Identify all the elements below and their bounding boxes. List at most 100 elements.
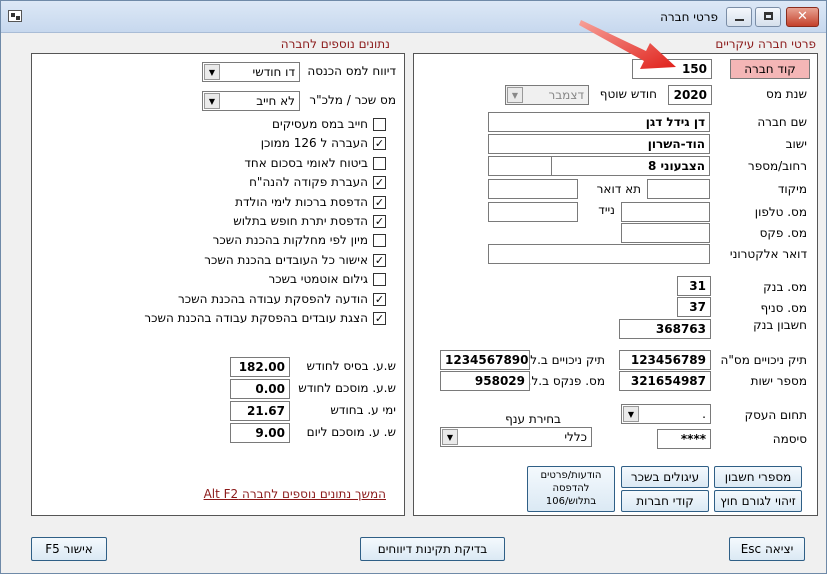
base-hours-field[interactable]: 182.00 xyxy=(230,357,290,377)
confirm-button[interactable]: אישור F5 xyxy=(31,537,107,561)
chevron-down-icon: ▼ xyxy=(507,87,523,103)
main-section-title: פרטי חברה עיקריים xyxy=(715,37,816,51)
chevron-down-icon: ▼ xyxy=(204,64,220,80)
checkbox[interactable] xyxy=(373,156,386,170)
business-field-label: תחום העסק xyxy=(744,408,807,422)
checkbox-label: ביטוח לאומי בסכום אחד xyxy=(244,155,368,170)
additional-details-panel: דיווח למס הכנסה דו חודשי ▼ מס שכר / מלכ"ר… xyxy=(31,53,405,516)
street-field[interactable]: הצבעוני 8 xyxy=(550,156,710,176)
checkbox[interactable]: ✓ xyxy=(373,137,386,151)
checkbox-label: חייב במס מעסיקים xyxy=(272,117,368,131)
po-box-field[interactable] xyxy=(488,179,578,199)
account-numbers-button[interactable]: מספרי חשבון xyxy=(714,466,802,488)
base-hours-label: ש.ע. בסיס לחודש xyxy=(306,359,396,373)
checkbox-label: אישור כל העובדים בהכנת השכר xyxy=(204,252,368,267)
business-field-select[interactable]: . ▼ xyxy=(621,404,711,424)
wage-rounding-button[interactable]: עיגולים בשכר xyxy=(621,466,709,488)
checkbox-label: גילום אוטמטי בשכר xyxy=(268,272,368,287)
password-field[interactable]: **** xyxy=(657,429,711,449)
email-field[interactable] xyxy=(488,244,710,264)
phone-field[interactable] xyxy=(621,202,710,222)
zip-label: מיקוד xyxy=(777,182,807,196)
days-per-month-field[interactable]: 21.67 xyxy=(230,401,290,421)
checkbox-label: מיון לפי מחלקות בהכנת השכר xyxy=(212,233,368,248)
zip-field[interactable] xyxy=(647,179,710,199)
income-report-select[interactable]: דו חודשי ▼ xyxy=(202,62,300,82)
wage-tax-label: מס שכר / מלכ"ר xyxy=(309,93,396,107)
mobile-field[interactable] xyxy=(488,202,578,222)
minimize-button[interactable] xyxy=(726,7,752,27)
fax-label: מס. פקס xyxy=(759,226,807,240)
main-details-panel: קוד חברה 150 שנת מס 2020 חודש שוטף דצמבר… xyxy=(413,53,818,516)
branch-select[interactable]: כללי ▼ xyxy=(440,427,592,447)
checkbox-label: הדפסת יתרת חופש בתלוש xyxy=(233,214,368,228)
company-codes-button[interactable]: קודי חברות xyxy=(621,490,709,512)
company-details-window: פרטי חברה ✕ פרטי חברה עיקריים קוד חברה 1… xyxy=(0,0,827,574)
print-messages-button[interactable]: הודעות/פרטים להדפסה בתלוש/106 xyxy=(527,466,615,512)
checkbox[interactable]: ✓ xyxy=(373,215,386,228)
maximize-button[interactable] xyxy=(755,7,781,27)
red-arrow-icon xyxy=(579,20,676,69)
print-messages-line-3: בתלוש/106 xyxy=(545,496,597,507)
ni-file-field[interactable]: 12345678900 xyxy=(440,350,530,370)
tax-year-field[interactable]: 2020 xyxy=(668,85,712,105)
title-bar: פרטי חברה ✕ xyxy=(1,1,826,33)
external-id-button[interactable]: זיהוי לגורם חוץ xyxy=(714,490,802,512)
bank-number-label: מס. בנק xyxy=(763,280,807,294)
phone-label: מס. טלפון xyxy=(754,205,807,219)
checkbox[interactable]: ✓ xyxy=(373,195,386,209)
checkbox-label: הצגת עובדים בהפסקת עבודה בהכנת השכר xyxy=(144,311,368,325)
checkbox[interactable]: ✓ xyxy=(373,253,386,267)
checkbox-label: העברת פקודה להנה"ח xyxy=(249,175,368,190)
print-messages-line-1: הודעות/פרטים xyxy=(540,470,602,481)
business-number-field[interactable]: 321654987 xyxy=(619,371,711,391)
branch-number-label: מס. סניף xyxy=(760,301,807,315)
chevron-down-icon: ▼ xyxy=(623,406,639,422)
tax-file-field[interactable]: 123456789 xyxy=(619,350,711,370)
po-box-label: תא דואר xyxy=(596,182,641,196)
company-name-field[interactable]: דן גידל דגן xyxy=(488,112,710,132)
business-number-label: מספר ישות xyxy=(750,374,807,388)
street-number-field[interactable] xyxy=(488,156,552,176)
company-name-label: שם חברה xyxy=(757,115,807,129)
close-button[interactable]: ✕ xyxy=(786,7,819,27)
checkbox[interactable] xyxy=(373,118,386,131)
city-field[interactable]: הוד-השרון xyxy=(488,134,710,154)
daily-agreed-field[interactable]: 9.00 xyxy=(230,423,290,443)
branch-number-field[interactable]: 37 xyxy=(677,297,711,317)
tax-file-label: תיק ניכויים מס"ה xyxy=(720,353,807,367)
branch-select-label: בחירת ענף xyxy=(505,412,561,426)
monthly-agreed-label: ש.ע. מוסכם לחודש xyxy=(298,381,396,395)
current-month-select: דצמבר ▼ xyxy=(505,85,589,105)
checkbox-label: העברה ל 126 ממוכן xyxy=(260,136,368,151)
checkbox-label: הודעה להפסקת עבודה בהכנת השכר xyxy=(178,291,368,306)
check-reports-button[interactable]: בדיקת תקינות דיווחים xyxy=(360,537,505,561)
ni-ledger-field[interactable]: 958029 xyxy=(440,371,530,391)
fax-field[interactable] xyxy=(621,223,710,243)
checkbox[interactable]: ✓ xyxy=(373,292,386,306)
email-label: דואר אלקטרוני xyxy=(729,247,807,261)
checkbox[interactable] xyxy=(373,273,386,287)
more-details-link[interactable]: המשך נתונים נוספים לחברה Alt F2 xyxy=(204,487,386,501)
days-per-month-label: ימי ע. בחודש xyxy=(330,403,396,417)
print-messages-line-2: להדפסה xyxy=(552,483,590,494)
checkbox[interactable]: ✓ xyxy=(373,176,386,190)
additional-section-title: נתונים נוספים לחברה xyxy=(280,37,390,51)
daily-agreed-label: ש. ע. מוסכם ליום xyxy=(306,425,396,439)
bank-account-field[interactable]: 368763 xyxy=(619,319,711,339)
exit-button[interactable]: יציאה Esc xyxy=(729,537,805,561)
street-label: רחוב/מספר xyxy=(747,159,807,173)
bank-number-field[interactable]: 31 xyxy=(677,276,711,296)
company-code-label: קוד חברה xyxy=(730,59,810,79)
wage-tax-select[interactable]: לא חייב ▼ xyxy=(202,91,300,111)
monthly-agreed-field[interactable]: 0.00 xyxy=(230,379,290,399)
checkbox[interactable]: ✓ xyxy=(373,312,386,325)
chevron-down-icon: ▼ xyxy=(442,429,458,445)
mobile-label: נייד xyxy=(598,203,615,217)
app-icon xyxy=(8,10,22,22)
ni-ledger-label: מס. פנקס ב.ל. xyxy=(527,374,605,388)
income-report-label: דיווח למס הכנסה xyxy=(307,64,396,78)
city-label: ישוב xyxy=(785,137,807,151)
checkbox[interactable] xyxy=(373,234,386,248)
ni-file-label: תיק ניכויים ב.ל. xyxy=(526,353,605,367)
